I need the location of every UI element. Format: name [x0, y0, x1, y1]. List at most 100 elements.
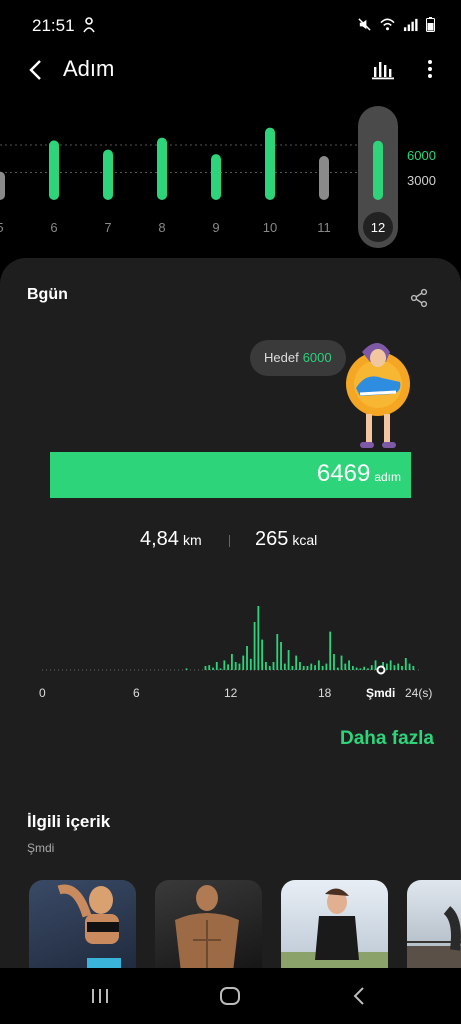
hourly-bar: [336, 667, 339, 670]
hourly-bar: [389, 660, 392, 670]
hourly-bar: [272, 662, 275, 670]
hourly-bar: [385, 663, 388, 670]
hourly-bar: [363, 666, 366, 670]
hourly-bar: [374, 660, 377, 670]
weekly-steps-chart[interactable]: 5 6 7 8 9 10 11 12 6000 3000: [0, 100, 461, 250]
battery-icon: [426, 17, 435, 32]
hourly-bar: [253, 622, 256, 670]
card-title: Bgün: [27, 286, 68, 303]
hourly-bar: [310, 663, 313, 670]
related-card-1[interactable]: [29, 880, 136, 972]
related-card-2[interactable]: [155, 880, 262, 972]
hourly-bar: [185, 668, 188, 670]
metric-divider: [229, 535, 230, 547]
now-marker: [376, 665, 386, 675]
home-icon[interactable]: [218, 984, 242, 1008]
hourly-bar: [242, 655, 245, 670]
recent-apps-icon[interactable]: [88, 984, 112, 1008]
hourly-bar: [212, 667, 214, 670]
calories-value: 265: [255, 528, 289, 550]
day-label-10: 10: [263, 220, 277, 235]
tick-6: 6: [133, 686, 140, 700]
hourly-bar: [404, 658, 407, 670]
hourly-bar: [317, 660, 320, 670]
tick-18: 18: [318, 686, 332, 700]
day-bar-6[interactable]: [49, 140, 59, 200]
hourly-bar: [401, 666, 403, 670]
day-bar-5[interactable]: [0, 171, 5, 200]
day-label-9: 9: [212, 220, 219, 235]
system-navigation-bar: [0, 968, 461, 1024]
metrics-row: 4,84 km 265 kcal: [0, 528, 461, 558]
distance-metric: 4,84 km: [140, 528, 202, 551]
mute-icon: [358, 18, 371, 31]
back-nav-icon[interactable]: [348, 984, 372, 1008]
half-goal-line-label: 3000: [407, 173, 436, 188]
hourly-bar: [333, 654, 335, 670]
related-card-3[interactable]: [281, 880, 388, 972]
hourly-bar: [340, 655, 343, 670]
day-bar-8[interactable]: [157, 137, 167, 200]
hourly-bar: [348, 660, 350, 670]
day-label-5: 5: [0, 220, 4, 235]
hourly-bar: [280, 642, 282, 670]
today-card: Bgün Hedef 6000 6469 adım 4,84 km 265 kcal 0…: [0, 258, 461, 1024]
steps-count: 6469 adım: [317, 460, 401, 488]
hourly-chart-svg: [42, 606, 420, 675]
day-label-7: 7: [104, 220, 111, 235]
hourly-bar: [265, 662, 267, 670]
hourly-bar: [351, 666, 354, 670]
hourly-bar: [306, 666, 309, 670]
day-bar-12[interactable]: [373, 140, 383, 200]
back-arrow-icon[interactable]: [22, 56, 50, 84]
status-time: 21:51: [32, 16, 75, 35]
goal-label: Hedef: [264, 350, 299, 365]
hourly-bar: [287, 650, 290, 670]
day-bar-9[interactable]: [211, 154, 221, 200]
runner-mascot-illustration: [346, 343, 410, 448]
related-content-carousel[interactable]: [29, 880, 461, 972]
weekly-chart-svg: 5 6 7 8 9 10 11 12: [0, 106, 400, 248]
hourly-bar: [325, 663, 328, 670]
hourly-steps-chart: 0 6 12 18 Şmdi 24(s): [0, 580, 461, 700]
day-label-6: 6: [50, 220, 57, 235]
tick-12: 12: [224, 686, 238, 700]
tick-now: Şmdi: [366, 686, 396, 700]
more-details-link[interactable]: Daha fazla: [340, 728, 434, 750]
day-label-11: 11: [317, 220, 331, 235]
hourly-bar: [397, 663, 400, 670]
hourly-bar: [276, 634, 279, 670]
tick-24: 24(s): [405, 686, 433, 700]
hourly-bar: [370, 665, 373, 670]
hourly-bar: [408, 663, 411, 670]
hourly-bar: [268, 666, 271, 670]
steps-value: 6469: [316, 460, 371, 487]
hourly-bar: [215, 662, 218, 670]
related-content-subtitle: Şmdi: [27, 841, 55, 855]
related-content-title: İlgili içerik: [27, 812, 111, 831]
distance-value: 4,84: [140, 528, 179, 550]
steps-unit: adım: [374, 470, 401, 484]
hourly-bar: [204, 666, 207, 670]
hourly-bar: [246, 646, 248, 670]
hourly-bar: [231, 654, 233, 670]
hourly-bar: [291, 666, 294, 670]
more-options-icon[interactable]: [423, 57, 437, 81]
goal-line-label: 6000: [407, 148, 436, 163]
signal-icon: [403, 18, 418, 32]
day-bar-10[interactable]: [265, 127, 275, 200]
hourly-bar: [261, 639, 264, 670]
hourly-bar: [344, 663, 347, 670]
share-icon[interactable]: [409, 288, 429, 308]
day-label-8: 8: [158, 220, 165, 235]
related-card-4[interactable]: [407, 880, 461, 972]
day-bar-7[interactable]: [103, 149, 113, 200]
day-bar-11[interactable]: [319, 156, 329, 200]
hourly-bar: [208, 665, 211, 670]
hourly-bar: [223, 660, 226, 670]
wifi-icon: [380, 18, 395, 31]
fitness-woman-image: [57, 884, 121, 972]
hourly-bar: [359, 668, 362, 670]
hourly-bar: [238, 663, 241, 670]
bar-chart-icon[interactable]: [371, 57, 395, 81]
